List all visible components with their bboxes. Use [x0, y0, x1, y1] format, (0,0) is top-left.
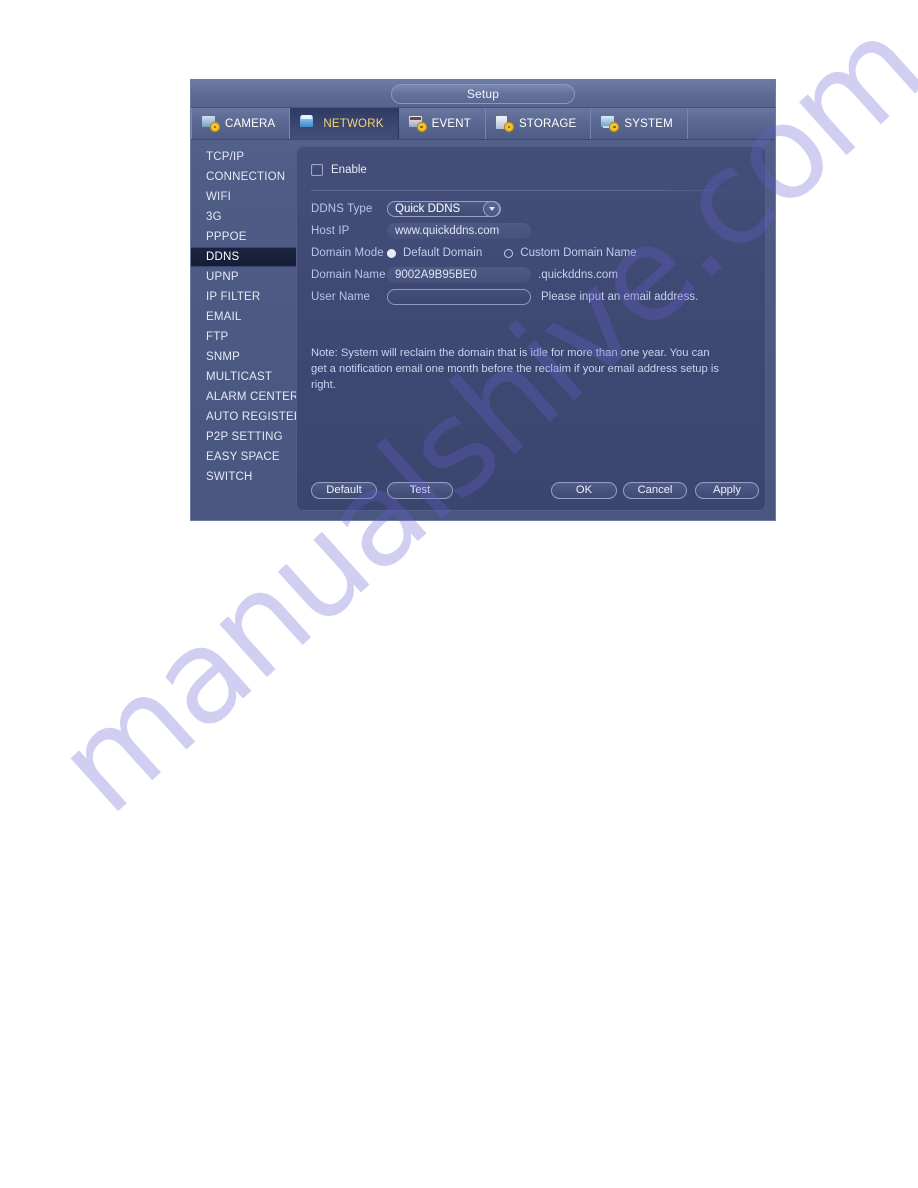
system-icon: [601, 116, 619, 131]
page-root: Setup CAMERA NETWORK EVENT STORAGE SYSTE…: [0, 0, 918, 1188]
domain-name-row: Domain Name 9002A9B95BE0 .quickddns.com: [311, 265, 747, 285]
apply-button[interactable]: Apply: [695, 482, 759, 499]
window-title: Setup: [391, 84, 575, 104]
user-name-label: User Name: [311, 291, 371, 303]
network-sidebar: TCP/IP CONNECTION WIFI 3G PPPOE DDNS UPN…: [191, 140, 302, 520]
domain-name-input[interactable]: 9002A9B95BE0: [387, 267, 531, 283]
default-button[interactable]: Default: [311, 482, 377, 499]
domain-mode-label: Domain Mode: [311, 247, 384, 259]
domain-mode-radio-group: Default Domain Custom Domain Name: [387, 247, 637, 259]
tab-event[interactable]: EVENT: [399, 108, 486, 139]
sidebar-item-pppoe[interactable]: PPPOE: [191, 227, 296, 247]
sidebar-item-p2p-setting[interactable]: P2P SETTING: [191, 427, 296, 447]
event-icon: [408, 116, 427, 131]
sidebar-item-tcpip[interactable]: TCP/IP: [191, 147, 296, 167]
domain-name-label: Domain Name: [311, 269, 386, 281]
ddns-type-value: Quick DDNS: [395, 203, 461, 215]
sidebar-item-ddns[interactable]: DDNS: [191, 247, 296, 267]
sidebar-item-alarm-center[interactable]: ALARM CENTER: [191, 387, 298, 407]
radio-default-domain[interactable]: [387, 248, 396, 258]
domain-name-suffix: .quickddns.com: [538, 269, 618, 281]
tab-network[interactable]: NETWORK: [290, 108, 399, 139]
setup-window: Setup CAMERA NETWORK EVENT STORAGE SYSTE…: [190, 79, 776, 521]
main-tabbar: CAMERA NETWORK EVENT STORAGE SYSTEM: [191, 108, 775, 140]
sidebar-item-email[interactable]: EMAIL: [191, 307, 296, 327]
tab-storage-label: STORAGE: [518, 117, 577, 130]
form-divider: [311, 190, 743, 191]
user-name-hint: Please input an email address.: [541, 291, 699, 303]
enable-checkbox[interactable]: [311, 164, 323, 176]
sidebar-item-auto-register[interactable]: AUTO REGISTER: [191, 407, 302, 427]
ddns-type-row: DDNS Type Quick DDNS: [311, 199, 747, 219]
host-ip-field: www.quickddns.com: [387, 223, 531, 239]
chevron-down-icon[interactable]: [483, 201, 500, 217]
sidebar-item-wifi[interactable]: WIFI: [191, 187, 296, 207]
ddns-form: Enable DDNS Type Quick DDNS Host IP www.…: [297, 147, 765, 510]
tab-system[interactable]: SYSTEM: [591, 108, 688, 139]
sidebar-item-upnp[interactable]: UPNP: [191, 267, 296, 287]
sidebar-item-3g[interactable]: 3G: [191, 207, 296, 227]
ddns-note: Note: System will reclaim the domain tha…: [311, 347, 719, 391]
button-bar: Default Test OK Cancel Apply: [297, 482, 765, 500]
sidebar-item-ftp[interactable]: FTP: [191, 327, 296, 347]
sidebar-item-multicast[interactable]: MULTICAST: [191, 367, 296, 387]
tab-camera[interactable]: CAMERA: [191, 108, 291, 139]
tab-storage[interactable]: STORAGE: [486, 108, 592, 139]
sidebar-item-snmp[interactable]: SNMP: [191, 347, 296, 367]
radio-custom-domain-name[interactable]: [504, 248, 514, 258]
ddns-type-label: DDNS Type: [311, 203, 373, 215]
ddns-settings-panel: Enable DDNS Type Quick DDNS Host IP www.…: [296, 146, 766, 511]
tab-camera-label: CAMERA: [225, 117, 276, 130]
user-name-input[interactable]: [387, 289, 531, 305]
radio-default-domain-label: Default Domain: [403, 247, 483, 259]
enable-row: Enable: [311, 161, 747, 179]
tab-system-label: SYSTEM: [624, 117, 673, 130]
camera-icon: [202, 116, 220, 131]
ok-button[interactable]: OK: [551, 482, 617, 499]
host-ip-label: Host IP: [311, 225, 350, 237]
host-ip-row: Host IP www.quickddns.com: [311, 221, 747, 241]
test-button[interactable]: Test: [387, 482, 453, 499]
user-name-row: User Name Please input an email address.: [311, 287, 747, 307]
window-body: TCP/IP CONNECTION WIFI 3G PPPOE DDNS UPN…: [191, 140, 775, 520]
storage-icon: [495, 116, 514, 131]
sidebar-item-switch[interactable]: SWITCH: [191, 467, 296, 487]
ddns-type-select[interactable]: Quick DDNS: [387, 201, 501, 217]
enable-label: Enable: [331, 164, 367, 176]
tab-network-label: NETWORK: [323, 117, 384, 130]
tab-event-label: EVENT: [431, 117, 471, 130]
sidebar-item-easy-space[interactable]: EASY SPACE: [191, 447, 296, 467]
cancel-button[interactable]: Cancel: [623, 482, 687, 499]
network-icon: [300, 115, 318, 131]
radio-custom-domain-name-label: Custom Domain Name: [520, 247, 637, 259]
sidebar-item-ip-filter[interactable]: IP FILTER: [191, 287, 296, 307]
sidebar-item-connection[interactable]: CONNECTION: [191, 167, 296, 187]
window-titlebar: Setup: [191, 80, 775, 108]
domain-mode-row: Domain Mode Default Domain Custom Domain…: [311, 243, 747, 263]
